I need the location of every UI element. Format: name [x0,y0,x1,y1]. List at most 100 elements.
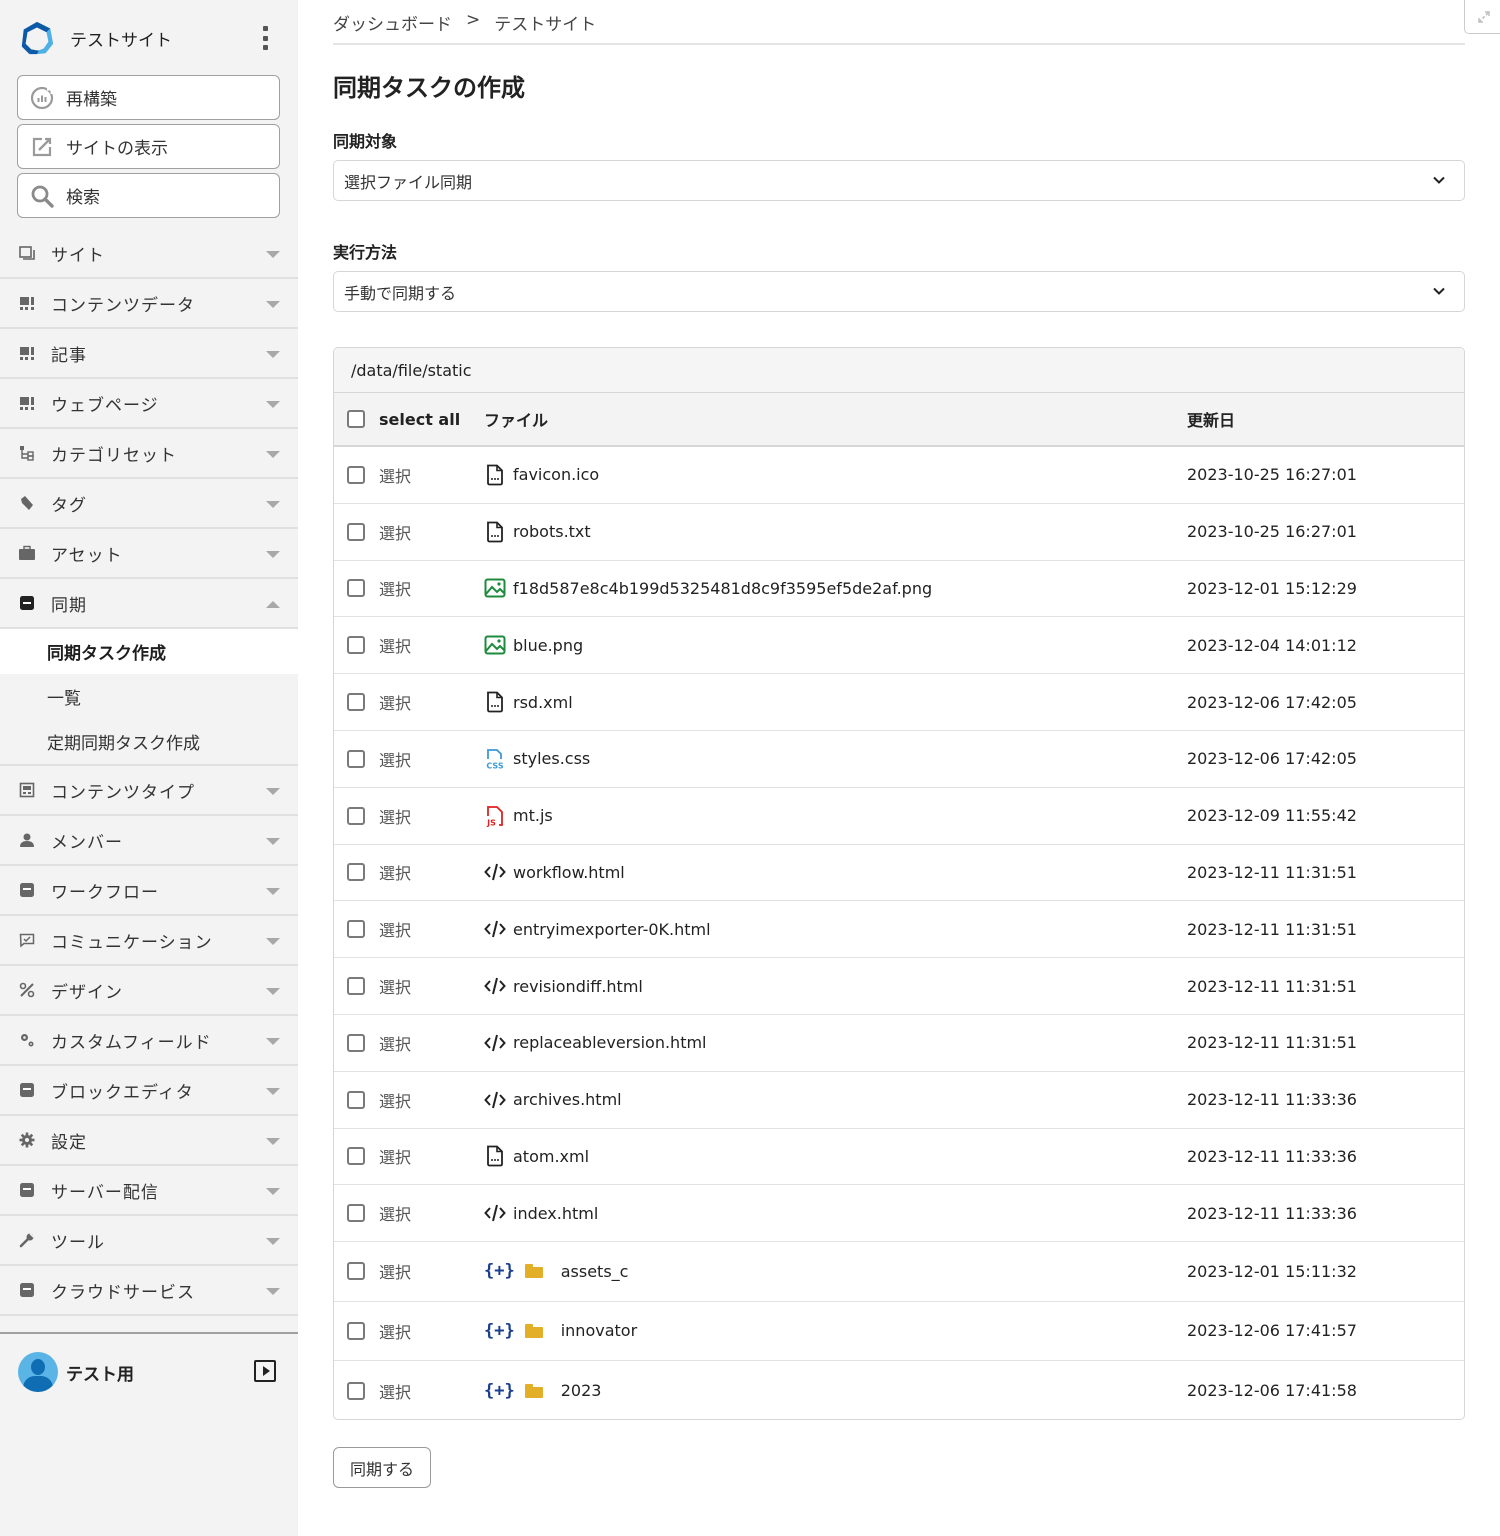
row-select-checkbox[interactable] [347,693,365,712]
sidebar-item-workflow[interactable]: ワークフロー [0,866,298,916]
sidebar-item-site[interactable]: サイト [0,229,298,279]
updated-date: 2023-12-01 15:11:32 [1187,1261,1357,1281]
sidebar-item-tags[interactable]: タグ [0,479,298,529]
row-select-label[interactable]: 選択 [379,1201,411,1225]
code-file-icon [484,1202,506,1224]
expand-icon[interactable] [1464,0,1500,34]
folder-icon [524,1323,543,1338]
row-select-label[interactable]: 選択 [379,860,411,884]
member-icon [18,831,36,849]
breadcrumb-site[interactable]: テストサイト [494,10,596,35]
row-select-checkbox[interactable] [347,806,365,825]
row-select-checkbox[interactable] [347,579,365,598]
expand-folder-toggle[interactable]: {+} [484,1381,515,1401]
row-select-label[interactable]: 選択 [379,633,411,657]
row-select-label[interactable]: 選択 [379,1144,411,1168]
chevron-down-icon [266,1238,280,1245]
row-select-label[interactable]: 選択 [379,747,411,771]
row-select-checkbox[interactable] [347,1321,365,1340]
sidebar-subitem-create-scheduled-sync[interactable]: 定期同期タスク作成 [0,719,298,764]
view-site-label: サイトの表示 [66,139,168,159]
row-select-checkbox[interactable] [347,1090,365,1109]
sidebar-item-label: タグ [51,495,87,516]
tag-icon [18,494,36,512]
sidebar-item-tools[interactable]: ツール [0,1216,298,1266]
row-select-checkbox[interactable] [347,1147,365,1166]
sidebar-subitem-create-sync-task[interactable]: 同期タスク作成 [0,629,298,674]
sidebar-subitem-list[interactable]: 一覧 [0,674,298,719]
chevron-down-icon [266,1088,280,1095]
sidebar-item-sync[interactable]: 同期 [0,579,298,629]
file-name: mt.js [513,806,553,826]
row-select-label[interactable]: 選択 [379,1379,411,1403]
sidebar-item-assets[interactable]: アセット [0,529,298,579]
row-select-checkbox[interactable] [347,522,365,541]
row-select-checkbox[interactable] [347,465,365,484]
sync-target-select[interactable]: 選択ファイル同期 [333,160,1465,201]
sidebar-item-design[interactable]: デザイン [0,966,298,1016]
chevron-down-icon [266,251,280,258]
content-data-icon [18,294,36,312]
row-select-checkbox[interactable] [347,1262,365,1281]
select-all-label[interactable]: select all [379,410,460,429]
file-table-body: 選択 favicon.ico 2023-10-25 16:27:01 選択 robots… [334,447,1464,1419]
sidebar-item-members[interactable]: メンバー [0,816,298,866]
row-select-label[interactable]: 選択 [379,1088,411,1112]
row-select-checkbox[interactable] [347,636,365,655]
row-select-label[interactable]: 選択 [379,1259,411,1283]
execution-method-select[interactable]: 手動で同期する [333,271,1465,312]
row-select-checkbox[interactable] [347,863,365,882]
sidebar-item-label: ウェブページ [51,395,159,416]
sidebar-item-label: 設定 [51,1132,87,1153]
file-name-cell: workflow.html [484,861,625,883]
row-select-label[interactable]: 選択 [379,974,411,998]
expand-folder-toggle[interactable]: {+} [484,1321,515,1341]
row-select-label[interactable]: 選択 [379,576,411,600]
sidebar-item-entries[interactable]: 記事 [0,329,298,379]
row-select-checkbox[interactable] [347,1033,365,1052]
sidebar-item-communication[interactable]: コミュニケーション [0,916,298,966]
search-button[interactable]: 検索 [17,173,280,218]
file-name: entryimexporter-0K.html [513,919,711,939]
rebuild-button[interactable]: 再構築 [17,75,280,120]
block-editor-icon [18,1081,36,1099]
row-select-label[interactable]: 選択 [379,1319,411,1343]
expand-folder-toggle[interactable]: {+} [484,1261,515,1281]
code-file-icon [484,861,506,883]
sidebar-item-category-sets[interactable]: カテゴリセット [0,429,298,479]
more-menu-icon[interactable] [260,26,270,50]
sidebar-item-server-delivery[interactable]: サーバー配信 [0,1166,298,1216]
row-select-checkbox[interactable] [347,1204,365,1223]
file-row: 選択 index.html 2023-12-11 11:33:36 [334,1185,1464,1243]
row-select-label[interactable]: 選択 [379,690,411,714]
row-select-checkbox[interactable] [347,977,365,996]
sync-button[interactable]: 同期する [333,1447,431,1488]
sidebar-item-content-types[interactable]: コンテンツタイプ [0,766,298,816]
row-select-label[interactable]: 選択 [379,520,411,544]
sidebar-item-settings[interactable]: 設定 [0,1116,298,1166]
row-select-label[interactable]: 選択 [379,463,411,487]
row-select-label[interactable]: 選択 [379,917,411,941]
sidebar-item-content-data[interactable]: コンテンツデータ [0,279,298,329]
row-select-checkbox[interactable] [347,749,365,768]
webpage-icon [18,394,36,412]
view-site-button[interactable]: サイトの表示 [17,124,280,169]
row-select-checkbox[interactable] [347,1381,365,1400]
updated-column-header: 更新日 [1187,411,1236,430]
communication-icon [18,931,36,949]
sidebar-item-block-editor[interactable]: ブロックエディタ [0,1066,298,1116]
file-name: robots.txt [513,522,591,542]
row-select-label[interactable]: 選択 [379,804,411,828]
select-all-checkbox[interactable] [347,410,365,428]
chevron-down-icon [1433,287,1445,295]
sidebar-item-webpages[interactable]: ウェブページ [0,379,298,429]
sidebar-item-cloud-services[interactable]: クラウドサービス [0,1266,298,1316]
collapse-sidebar-icon[interactable] [254,1360,276,1382]
sidebar-item-custom-fields[interactable]: カスタムフィールド [0,1016,298,1066]
row-select-label[interactable]: 選択 [379,1031,411,1055]
chevron-down-icon [266,451,280,458]
row-select-checkbox[interactable] [347,920,365,939]
avatar[interactable] [18,1352,58,1392]
chevron-down-icon [266,501,280,508]
breadcrumb-dashboard[interactable]: ダッシュボード [333,10,452,35]
